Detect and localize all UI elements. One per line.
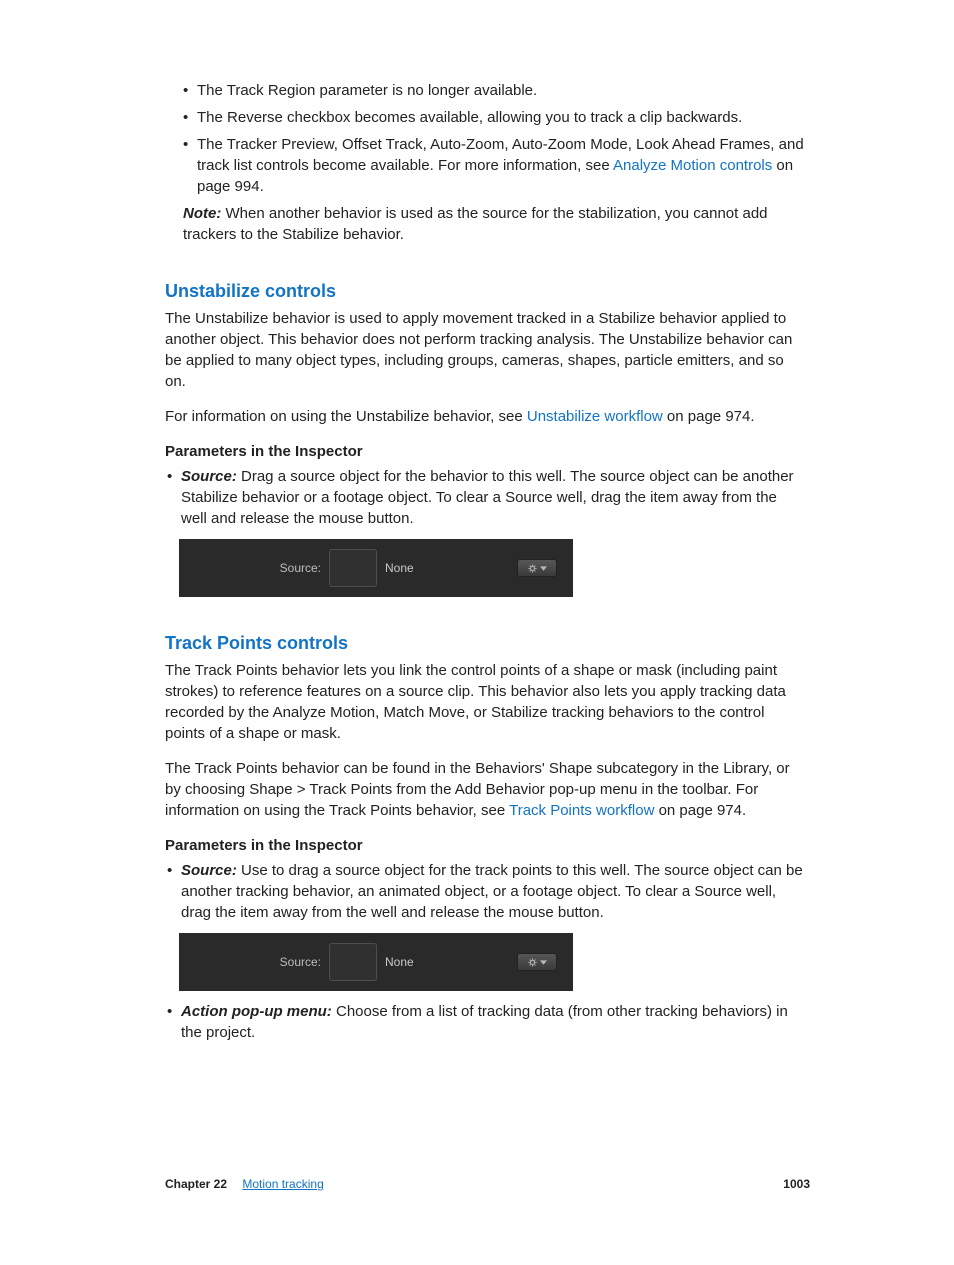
source-text: Use to drag a source object for the trac… bbox=[181, 862, 803, 921]
analyze-motion-link[interactable]: Analyze Motion controls bbox=[613, 157, 772, 174]
list-item: Action pop-up menu: Choose from a list o… bbox=[165, 1001, 805, 1043]
bullet-text: The Track Region parameter is no longer … bbox=[197, 82, 537, 99]
gear-icon bbox=[528, 564, 537, 573]
action-popup-button[interactable] bbox=[517, 559, 557, 577]
gear-icon bbox=[528, 958, 537, 967]
chevron-down-icon bbox=[540, 566, 547, 571]
list-item: The Reverse checkbox becomes available, … bbox=[165, 107, 805, 128]
chapter-title-link[interactable]: Motion tracking bbox=[242, 1177, 323, 1191]
list-item: The Track Region parameter is no longer … bbox=[165, 80, 805, 101]
page-footer: Chapter 22 Motion tracking 1003 bbox=[165, 1176, 810, 1193]
action-label: Action pop-up menu: bbox=[181, 1003, 336, 1020]
chapter-number: Chapter 22 bbox=[165, 1177, 227, 1191]
top-bullet-list: The Track Region parameter is no longer … bbox=[165, 80, 805, 197]
source-label: Source: bbox=[181, 468, 241, 485]
note-label: Note: bbox=[183, 205, 226, 222]
list-item: Source: Drag a source object for the beh… bbox=[165, 466, 805, 529]
inspector-source-panel-2: Source: None bbox=[179, 933, 573, 991]
action-popup-button[interactable] bbox=[517, 953, 557, 971]
text-a: For information on using the Unstabilize… bbox=[165, 408, 527, 425]
unstabilize-heading: Unstabilize controls bbox=[165, 279, 805, 304]
source-well[interactable] bbox=[329, 549, 377, 587]
unstabilize-workflow-link[interactable]: Unstabilize workflow bbox=[527, 408, 663, 425]
text-b: on page 974. bbox=[654, 802, 746, 819]
page-number: 1003 bbox=[783, 1176, 810, 1193]
source-field-label: Source: bbox=[179, 560, 329, 577]
note-text: When another behavior is used as the sou… bbox=[183, 205, 768, 243]
bullet-text: The Reverse checkbox becomes available, … bbox=[197, 109, 742, 126]
unstabilize-params-heading: Parameters in the Inspector bbox=[165, 441, 805, 462]
list-item: Source: Use to drag a source object for … bbox=[165, 860, 805, 923]
source-label: Source: bbox=[181, 862, 241, 879]
trackpoints-heading: Track Points controls bbox=[165, 631, 805, 656]
chevron-down-icon bbox=[540, 960, 547, 965]
trackpoints-p1: The Track Points behavior lets you link … bbox=[165, 660, 805, 744]
trackpoints-param-list-2: Action pop-up menu: Choose from a list o… bbox=[165, 1001, 805, 1043]
source-field-label: Source: bbox=[179, 954, 329, 971]
source-value: None bbox=[385, 560, 414, 577]
footer-left: Chapter 22 Motion tracking bbox=[165, 1176, 324, 1193]
source-text: Drag a source object for the behavior to… bbox=[181, 468, 794, 527]
trackpoints-p2: The Track Points behavior can be found i… bbox=[165, 758, 805, 821]
trackpoints-param-list: Source: Use to drag a source object for … bbox=[165, 860, 805, 923]
inspector-source-panel-1: Source: None bbox=[179, 539, 573, 597]
unstabilize-p1: The Unstabilize behavior is used to appl… bbox=[165, 308, 805, 392]
text-b: on page 974. bbox=[663, 408, 755, 425]
unstabilize-param-list: Source: Drag a source object for the beh… bbox=[165, 466, 805, 529]
list-item: The Tracker Preview, Offset Track, Auto-… bbox=[165, 134, 805, 197]
source-value: None bbox=[385, 954, 414, 971]
trackpoints-params-heading: Parameters in the Inspector bbox=[165, 835, 805, 856]
note-paragraph: Note: When another behavior is used as t… bbox=[183, 203, 805, 245]
trackpoints-workflow-link[interactable]: Track Points workflow bbox=[509, 802, 654, 819]
unstabilize-p2: For information on using the Unstabilize… bbox=[165, 406, 805, 427]
source-well[interactable] bbox=[329, 943, 377, 981]
